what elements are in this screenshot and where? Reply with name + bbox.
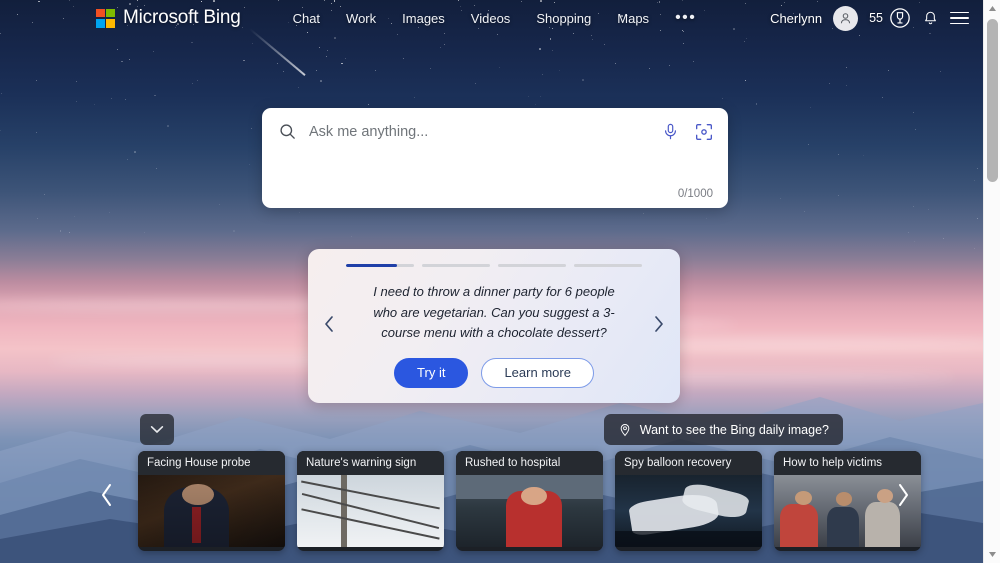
collapse-feed-button[interactable]	[140, 414, 174, 445]
nav-links: Chat Work Images Videos Shopping Maps ••…	[293, 10, 697, 26]
suggestion-card-actions: Try it Learn more	[308, 357, 680, 388]
suggestion-prev-button[interactable]	[322, 314, 336, 338]
suggestion-prompt-text: I need to throw a dinner party for 6 peo…	[373, 284, 615, 341]
suggestion-card: I need to throw a dinner party for 6 peo…	[308, 249, 680, 403]
news-card[interactable]: Rushed to hospital	[456, 451, 603, 551]
chevron-right-icon	[655, 316, 663, 332]
search-action-icons	[661, 122, 714, 142]
scrollbar-thumb[interactable]	[987, 19, 998, 182]
scroll-down-arrow-icon	[989, 552, 996, 557]
nav-item-maps[interactable]: Maps	[617, 11, 649, 26]
news-prev-button[interactable]	[98, 481, 115, 514]
chevron-right-icon	[899, 484, 908, 506]
scroll-up-arrow-icon	[988, 6, 996, 11]
scroll-up-button[interactable]	[984, 0, 1000, 17]
rewards-button[interactable]: 55	[869, 7, 911, 29]
rewards-points: 55	[869, 11, 883, 25]
search-input[interactable]	[309, 123, 661, 140]
nav-item-shopping[interactable]: Shopping	[536, 11, 591, 26]
news-card-image	[297, 475, 444, 547]
bing-brand-logo[interactable]: Microsoft Bing	[96, 7, 241, 29]
news-card-title: Rushed to hospital	[456, 451, 603, 475]
bing-homepage: Microsoft Bing Chat Work Images Videos S…	[0, 0, 1000, 563]
nav-more-icon[interactable]: •••	[675, 10, 696, 26]
person-avatar-icon	[841, 12, 851, 23]
try-it-button[interactable]: Try it	[394, 357, 469, 388]
progress-segment[interactable]	[498, 264, 566, 268]
microphone-icon[interactable]	[661, 122, 680, 141]
rewards-trophy-icon	[890, 8, 910, 28]
search-input-row	[262, 108, 728, 155]
news-card[interactable]: Spy balloon recovery	[615, 451, 762, 551]
learn-more-button[interactable]: Learn more	[481, 357, 594, 388]
chevron-down-icon	[150, 426, 164, 433]
news-card-title: Nature's warning sign	[297, 451, 444, 475]
nav-item-work[interactable]: Work	[346, 11, 376, 26]
suggestion-next-button[interactable]	[652, 314, 666, 338]
progress-segment[interactable]	[422, 264, 490, 268]
news-card-image	[138, 475, 285, 547]
news-card[interactable]: Facing House probe	[138, 451, 285, 551]
news-card-title: Spy balloon recovery	[615, 451, 762, 475]
location-pin-icon	[620, 423, 630, 436]
news-carousel: Facing House probe Nature's warning sign…	[138, 451, 921, 551]
daily-image-button[interactable]: Want to see the Bing daily image?	[603, 414, 843, 445]
news-card-title: How to help victims	[774, 451, 921, 475]
hamburger-menu-icon[interactable]	[950, 11, 969, 25]
brand-title: Microsoft Bing	[123, 7, 241, 28]
chevron-left-icon	[325, 316, 333, 332]
news-card-image	[456, 475, 603, 547]
news-next-button[interactable]	[895, 481, 912, 514]
nav-item-chat[interactable]: Chat	[293, 11, 320, 26]
news-card-title: Facing House probe	[138, 451, 285, 475]
page-scrollbar[interactable]	[983, 0, 1000, 563]
progress-segment[interactable]	[346, 264, 414, 268]
notifications-button[interactable]	[922, 10, 939, 27]
bell-icon	[925, 11, 936, 24]
account-username: Cherlynn	[770, 10, 823, 26]
search-icon[interactable]	[278, 122, 297, 141]
news-card[interactable]: Nature's warning sign	[297, 451, 444, 551]
progress-segment[interactable]	[574, 264, 642, 268]
nav-item-videos[interactable]: Videos	[471, 11, 511, 26]
top-navigation-bar: Microsoft Bing Chat Work Images Videos S…	[0, 0, 983, 36]
visual-search-icon[interactable]	[694, 122, 714, 142]
chevron-left-icon	[102, 484, 111, 506]
news-card-image	[615, 475, 762, 547]
character-counter: 0/1000	[677, 188, 713, 200]
search-box: 0/1000	[262, 108, 728, 208]
microsoft-logo-icon	[96, 8, 115, 28]
header-right-cluster: Cherlynn 55	[770, 5, 969, 31]
scroll-down-button[interactable]	[984, 546, 1000, 563]
avatar[interactable]	[833, 5, 859, 31]
nav-item-images[interactable]: Images	[402, 11, 445, 26]
daily-image-label: Want to see the Bing daily image?	[639, 422, 829, 437]
carousel-progress-bar	[308, 249, 680, 268]
